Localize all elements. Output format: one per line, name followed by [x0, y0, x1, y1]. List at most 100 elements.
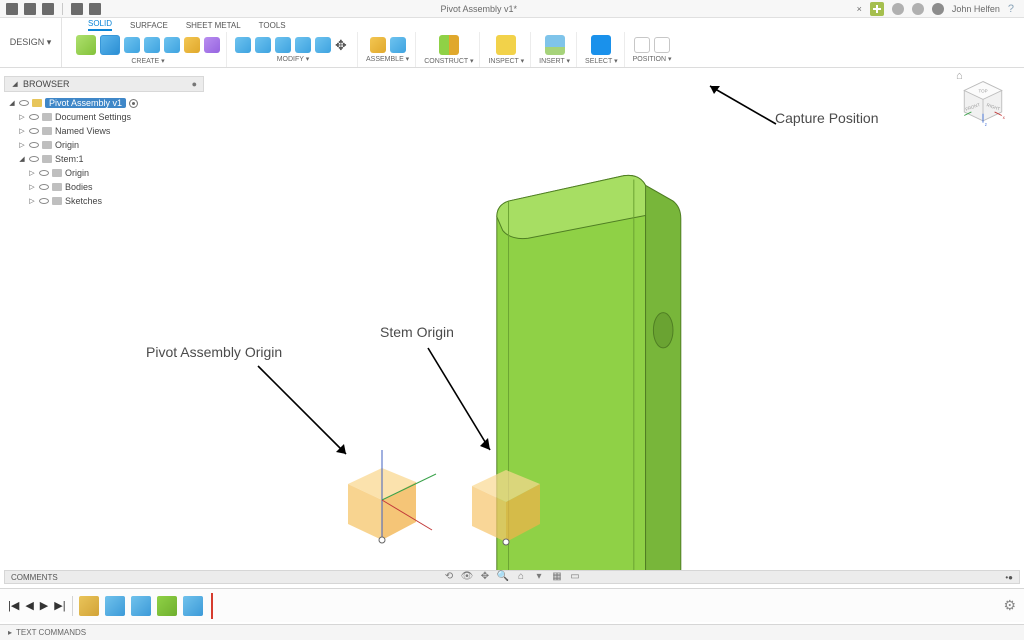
- group-construct: CONSTRUCT ▾: [418, 32, 480, 67]
- text-commands-label: TEXT COMMANDS: [16, 628, 86, 637]
- group-construct-label[interactable]: CONSTRUCT ▾: [424, 57, 473, 65]
- fit-icon[interactable]: ⌂: [515, 570, 527, 582]
- svg-text:x: x: [1003, 115, 1006, 120]
- group-assemble-label[interactable]: ASSEMBLE ▾: [366, 55, 409, 63]
- extensions-icon[interactable]: [892, 3, 904, 15]
- username[interactable]: John Helfen: [952, 4, 1000, 14]
- group-position-label[interactable]: POSITION ▾: [633, 55, 672, 63]
- annotation-pivot-origin: Pivot Assembly Origin: [146, 344, 282, 360]
- ribbon: DESIGN ▾ SOLID SURFACE SHEET METAL TOOLS…: [0, 18, 1024, 68]
- sweep-icon[interactable]: [164, 37, 180, 53]
- close-tab-icon[interactable]: ×: [857, 4, 862, 14]
- zoom-icon[interactable]: 🔍: [497, 570, 509, 582]
- joint-icon[interactable]: [390, 37, 406, 53]
- titlebar: Pivot Assembly v1* × John Helfen ?: [0, 0, 1024, 18]
- viewport-settings-icon[interactable]: ▭: [569, 570, 581, 582]
- new-sketch-icon[interactable]: [76, 35, 96, 55]
- help-icon[interactable]: ?: [1008, 3, 1014, 15]
- svg-text:z: z: [985, 122, 987, 127]
- viewport[interactable]: Capture Position Pivot Assembly Origin S…: [0, 68, 1024, 580]
- tab-surface[interactable]: SURFACE: [130, 21, 168, 30]
- group-insert: INSERT ▾: [533, 32, 577, 67]
- group-insert-label[interactable]: INSERT ▾: [539, 57, 570, 65]
- measure-icon[interactable]: [496, 35, 516, 55]
- press-pull-icon[interactable]: [235, 37, 251, 53]
- insert-icon[interactable]: [545, 35, 565, 55]
- orbit-icon[interactable]: ⟲: [443, 570, 455, 582]
- comments-pin-icon[interactable]: •●: [1005, 573, 1013, 582]
- shell-icon[interactable]: [275, 37, 291, 53]
- group-create: CREATE ▾: [70, 32, 227, 67]
- tab-solid[interactable]: SOLID: [88, 19, 112, 31]
- timeline-settings-icon[interactable]: ⚙: [1003, 597, 1016, 614]
- workspace-switcher[interactable]: DESIGN ▾: [0, 18, 62, 67]
- tab-sheet-metal[interactable]: SHEET METAL: [186, 21, 241, 30]
- text-commands-bar[interactable]: ▸ TEXT COMMANDS: [0, 624, 1024, 640]
- group-modify-label[interactable]: MODIFY ▾: [277, 55, 310, 63]
- ribbon-tabs: SOLID SURFACE SHEET METAL TOOLS: [62, 18, 1024, 32]
- redo-icon[interactable]: [89, 3, 101, 15]
- expand-icon[interactable]: ▸: [8, 628, 12, 637]
- select-icon[interactable]: [591, 35, 611, 55]
- timeline-feature-sketch-2[interactable]: [157, 596, 177, 616]
- arrow-capture-position: [702, 80, 782, 130]
- view-cube[interactable]: ⌂ TOP FRONT RIGHT z x: [958, 78, 1008, 128]
- quick-access-toolbar: [0, 3, 101, 15]
- new-component-icon[interactable]: [370, 37, 386, 53]
- pan-icon[interactable]: ✥: [479, 570, 491, 582]
- group-inspect: INSPECT ▾: [482, 32, 531, 67]
- arrow-pivot-origin: [252, 360, 362, 470]
- derive-icon[interactable]: [204, 37, 220, 53]
- undo-icon[interactable]: [71, 3, 83, 15]
- timeline-feature-sketch[interactable]: [79, 596, 99, 616]
- viewcube-top: TOP: [978, 88, 987, 93]
- timeline-feature-hole[interactable]: [183, 596, 203, 616]
- save-icon[interactable]: [42, 3, 54, 15]
- group-create-label[interactable]: CREATE ▾: [131, 57, 164, 65]
- timeline: |◀ ◀ ▶ ▶| ⚙: [0, 588, 1024, 622]
- group-inspect-label[interactable]: INSPECT ▾: [488, 57, 524, 65]
- split-icon[interactable]: [315, 37, 331, 53]
- ribbon-groups: CREATE ▾ ✥ MODIFY ▾ ASSEMBLE ▾: [62, 32, 1024, 67]
- timeline-feature-extrude[interactable]: [105, 596, 125, 616]
- extrude-icon[interactable]: [124, 37, 140, 53]
- group-assemble: ASSEMBLE ▾: [360, 32, 416, 67]
- box-icon[interactable]: [100, 35, 120, 55]
- titlebar-right: × John Helfen ?: [857, 2, 1024, 16]
- look-icon[interactable]: 👁: [461, 570, 473, 582]
- grid-settings-icon[interactable]: ▦: [551, 570, 563, 582]
- capture-position-icon[interactable]: [634, 37, 650, 53]
- user-avatar[interactable]: [932, 3, 944, 15]
- view-home-icon[interactable]: ⌂: [956, 70, 963, 82]
- comments-label: COMMENTS: [11, 573, 58, 582]
- plane-icon[interactable]: [439, 35, 459, 55]
- revert-position-icon[interactable]: [654, 37, 670, 53]
- timeline-first-button[interactable]: |◀: [8, 599, 19, 612]
- separator: [72, 596, 73, 616]
- combine-icon[interactable]: [295, 37, 311, 53]
- arrow-stem-origin: [418, 342, 508, 462]
- group-modify: ✥ MODIFY ▾: [229, 32, 358, 67]
- timeline-play-button[interactable]: ▶: [40, 599, 48, 612]
- new-tab-button[interactable]: [870, 2, 884, 16]
- annotation-capture-position: Capture Position: [775, 110, 879, 126]
- separator: [62, 3, 63, 15]
- group-select-label[interactable]: SELECT ▾: [585, 57, 618, 65]
- timeline-feature-fillet[interactable]: [131, 596, 151, 616]
- move-icon[interactable]: ✥: [335, 37, 351, 53]
- group-select: SELECT ▾: [579, 32, 625, 67]
- revolve-icon[interactable]: [144, 37, 160, 53]
- fillet-icon[interactable]: [255, 37, 271, 53]
- group-position: POSITION ▾: [627, 32, 678, 67]
- display-settings-icon[interactable]: ▾: [533, 570, 545, 582]
- timeline-playhead[interactable]: [211, 593, 217, 619]
- annotation-stem-origin: Stem Origin: [380, 324, 454, 340]
- notifications-icon[interactable]: [912, 3, 924, 15]
- document-title: Pivot Assembly v1*: [101, 4, 857, 14]
- app-menu-icon[interactable]: [6, 3, 18, 15]
- create-form-icon[interactable]: [184, 37, 200, 53]
- tab-tools[interactable]: TOOLS: [259, 21, 286, 30]
- timeline-prev-button[interactable]: ◀: [25, 599, 33, 612]
- file-icon[interactable]: [24, 3, 36, 15]
- timeline-next-button[interactable]: ▶|: [54, 599, 65, 612]
